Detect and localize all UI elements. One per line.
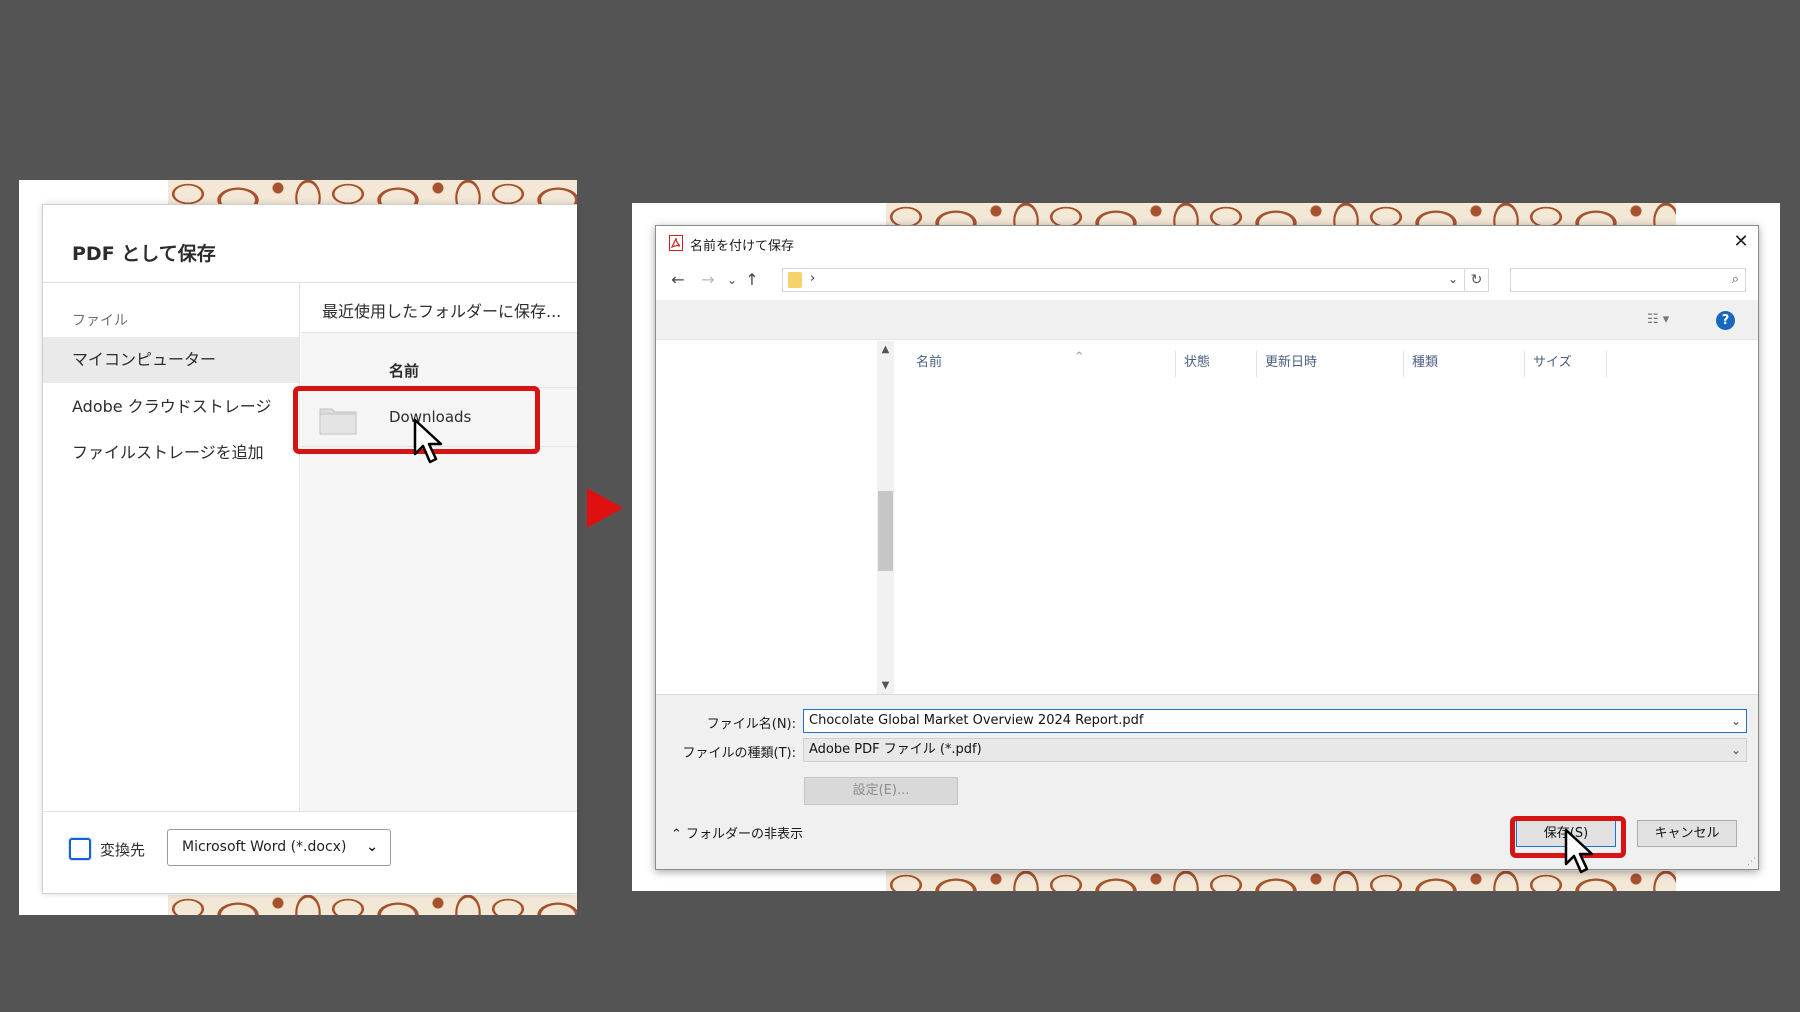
filename-label: ファイル名(N): bbox=[706, 717, 796, 732]
floral-background-bottom bbox=[168, 895, 577, 915]
divider bbox=[43, 811, 577, 812]
forward-arrow-icon[interactable]: → bbox=[698, 270, 718, 290]
help-icon[interactable]: ? bbox=[1716, 311, 1735, 330]
cancel-button[interactable]: キャンセル bbox=[1637, 820, 1737, 847]
hide-folders-label: フォルダーの非表示 bbox=[686, 827, 804, 842]
column-header-type[interactable]: 種類 bbox=[1404, 351, 1525, 377]
settings-button[interactable]: 設定(E)... bbox=[804, 777, 958, 805]
chevron-up-icon: ⌃ bbox=[671, 827, 682, 842]
chevron-down-icon: ⌄ bbox=[366, 839, 378, 855]
dialog-title: PDF として保存 bbox=[72, 243, 216, 265]
folder-icon bbox=[319, 408, 357, 435]
refresh-icon[interactable]: ↻ bbox=[1465, 268, 1489, 292]
acrobat-icon bbox=[669, 235, 683, 251]
scrollbar[interactable]: ▲ ▼ bbox=[877, 341, 894, 694]
address-bar[interactable]: › ⌄ bbox=[782, 268, 1465, 292]
title-bar: 名前を付けて保存 ✕ bbox=[656, 226, 1758, 260]
folder-name: Downloads bbox=[389, 408, 472, 426]
floral-background-top bbox=[168, 180, 577, 204]
save-options-area: ファイル名(N): Chocolate Global Market Overvi… bbox=[656, 694, 1758, 869]
chevron-down-icon[interactable]: ⌄ bbox=[1448, 272, 1458, 286]
format-dropdown-value: Microsoft Word (*.docx) bbox=[182, 839, 347, 855]
format-dropdown[interactable]: Microsoft Word (*.docx) ⌄ bbox=[167, 829, 391, 866]
filename-field[interactable]: Chocolate Global Market Overview 2024 Re… bbox=[803, 709, 1747, 733]
save-button[interactable]: 保存(S) bbox=[1516, 820, 1616, 847]
hide-folders-toggle[interactable]: ⌃ フォルダーの非表示 bbox=[671, 823, 803, 842]
scroll-up-icon[interactable]: ▲ bbox=[877, 341, 894, 358]
search-input[interactable]: ⌕ bbox=[1510, 268, 1746, 292]
save-as-pdf-dialog: PDF として保存 ファイル マイコンピューター Adobe クラウドストレージ… bbox=[42, 204, 577, 894]
recent-locations-chevron-icon[interactable]: ⌄ bbox=[722, 270, 742, 290]
floral-background-bottom bbox=[886, 871, 1676, 891]
dialog-title: 名前を付けて保存 bbox=[690, 239, 795, 254]
view-options-icon[interactable]: ☷ ▾ bbox=[1647, 312, 1669, 327]
convert-label: 変換先 bbox=[100, 841, 146, 859]
column-header-status[interactable]: 状態 bbox=[1176, 351, 1257, 377]
sidebar-item-add-storage[interactable]: ファイルストレージを追加 bbox=[43, 430, 299, 476]
folder-icon bbox=[788, 272, 802, 288]
column-header-modified[interactable]: 更新日時 bbox=[1257, 351, 1404, 377]
folder-row-downloads[interactable]: Downloads bbox=[301, 387, 577, 447]
back-arrow-icon[interactable]: ← bbox=[668, 270, 688, 290]
location-sidebar: ファイル マイコンピューター Adobe クラウドストレージ ファイルストレージ… bbox=[43, 283, 300, 811]
file-list[interactable]: 名前 ^ 状態 更新日時 種類 サイズ bbox=[894, 341, 1758, 694]
sidebar-heading: ファイル bbox=[72, 313, 128, 329]
sort-ascending-icon: ^ bbox=[1075, 351, 1084, 362]
scroll-down-icon[interactable]: ▼ bbox=[877, 677, 894, 694]
chevron-down-icon: ⌄ bbox=[1730, 743, 1741, 757]
filename-value: Chocolate Global Market Overview 2024 Re… bbox=[809, 713, 1144, 728]
recent-folders-heading: 最近使用したフォルダーに保存... bbox=[301, 283, 577, 333]
sidebar-item-my-computer[interactable]: マイコンピューター bbox=[43, 337, 299, 383]
chevron-down-icon[interactable]: ⌄ bbox=[1731, 710, 1741, 732]
next-step-arrow-icon bbox=[587, 488, 623, 528]
folder-list-area: 最近使用したフォルダーに保存... 名前 Downloads bbox=[301, 283, 577, 811]
save-as-dialog: 名前を付けて保存 ✕ ← → ⌄ ↑ › ⌄ ↻ ⌕ ☷ ▾ ? ▲ ▼ 名前 … bbox=[655, 225, 1759, 870]
breadcrumb-separator: › bbox=[810, 271, 816, 286]
filetype-label: ファイルの種類(T): bbox=[682, 746, 796, 761]
filetype-value: Adobe PDF ファイル (*.pdf) bbox=[809, 742, 982, 757]
navigation-bar: ← → ⌄ ↑ › ⌄ ↻ ⌕ bbox=[656, 260, 1758, 300]
convert-checkbox[interactable] bbox=[69, 838, 91, 860]
column-header-name[interactable]: 名前 ^ bbox=[908, 351, 1176, 377]
sidebar-item-adobe-cloud[interactable]: Adobe クラウドストレージ bbox=[43, 384, 299, 430]
navigation-pane[interactable] bbox=[656, 341, 877, 694]
column-label: 名前 bbox=[916, 355, 943, 370]
filetype-dropdown[interactable]: Adobe PDF ファイル (*.pdf) ⌄ bbox=[803, 738, 1747, 762]
column-header-name: 名前 bbox=[389, 362, 420, 380]
close-icon[interactable]: ✕ bbox=[1724, 226, 1758, 260]
up-arrow-icon[interactable]: ↑ bbox=[742, 270, 762, 290]
command-bar: ☷ ▾ ? bbox=[656, 300, 1758, 340]
column-header-size[interactable]: サイズ bbox=[1525, 351, 1607, 377]
search-icon: ⌕ bbox=[1731, 272, 1739, 287]
floral-background-top bbox=[886, 203, 1676, 225]
scrollbar-thumb[interactable] bbox=[878, 491, 893, 571]
resize-grip-icon[interactable]: ⋰ bbox=[1747, 857, 1756, 867]
